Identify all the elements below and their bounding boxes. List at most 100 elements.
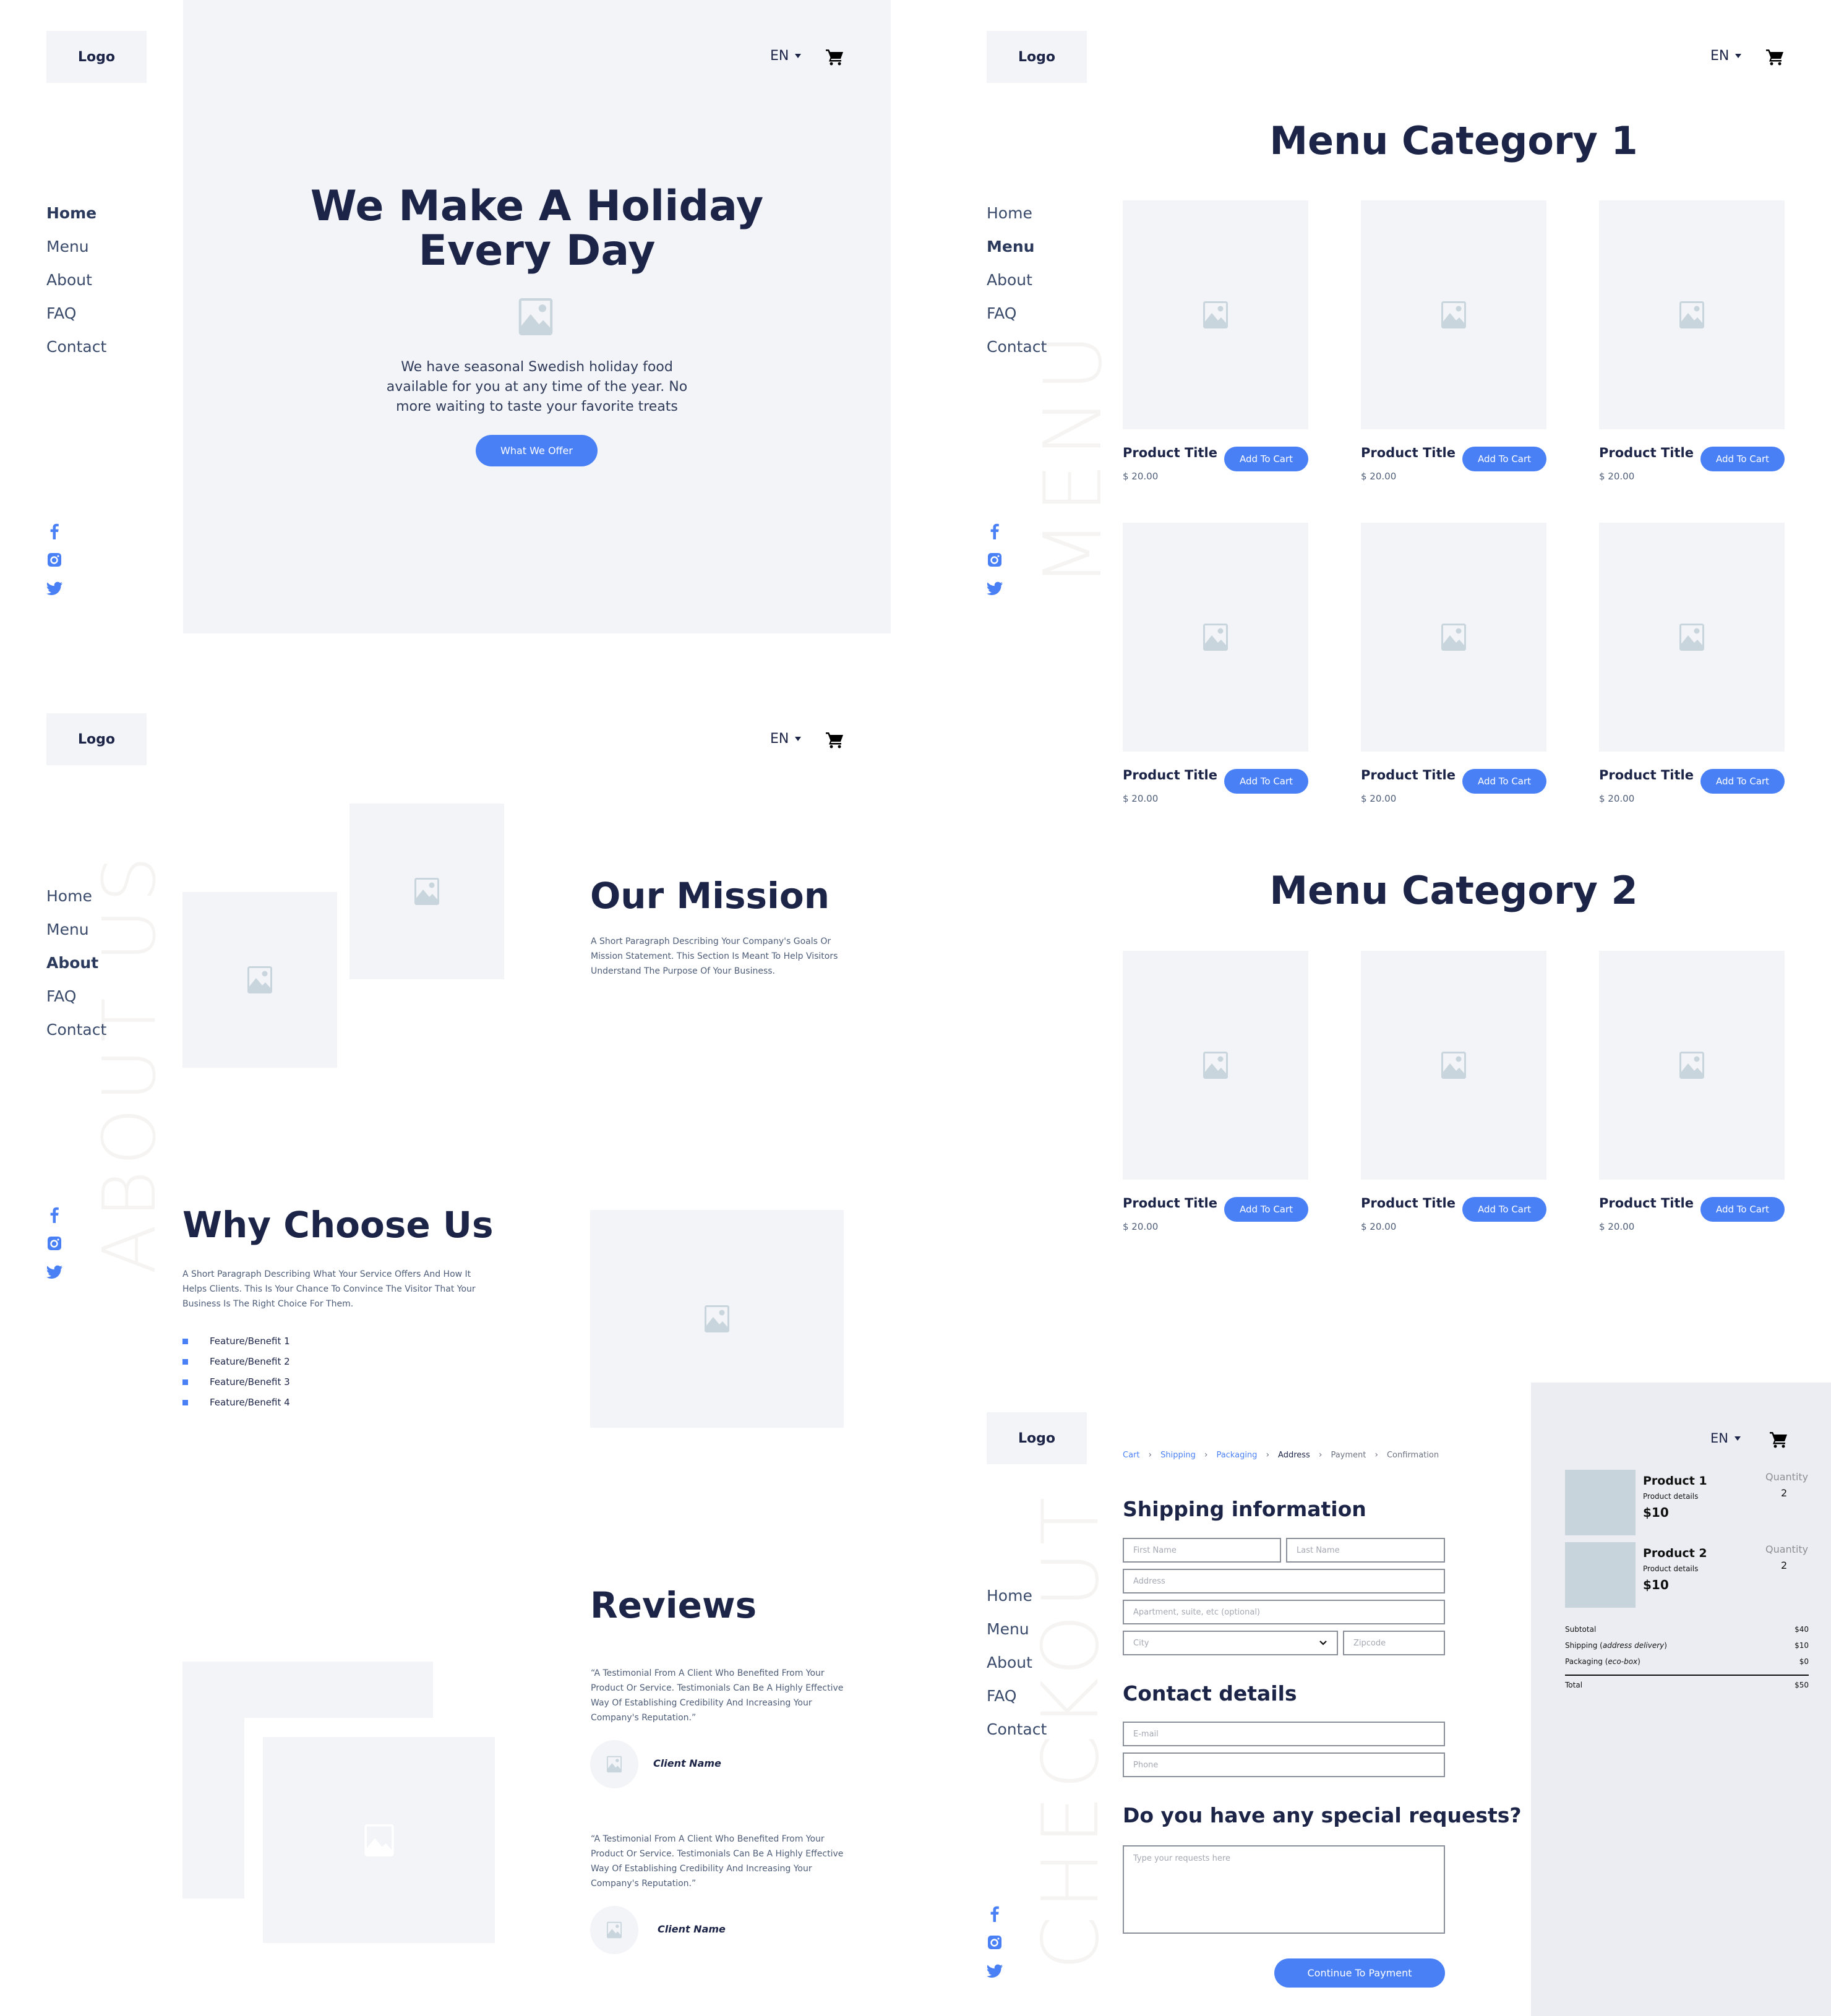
nav-item-about[interactable]: About (46, 271, 106, 304)
add-to-cart-button[interactable]: Add To Cart (1462, 769, 1546, 794)
quantity-value[interactable]: 2 (1781, 1559, 1787, 1571)
nav-item-contact[interactable]: Contact (987, 338, 1047, 371)
nav-item-faq[interactable]: FAQ (46, 304, 106, 338)
what-we-offer-button[interactable]: What We Offer (476, 435, 598, 466)
product-image[interactable] (1599, 523, 1785, 752)
product-thumbnail (1565, 1470, 1636, 1535)
instagram-icon[interactable] (986, 551, 1003, 568)
product-title[interactable]: Product Title (1361, 1196, 1456, 1211)
product-title[interactable]: Product Title (1361, 445, 1456, 460)
product-title[interactable]: Product Title (1123, 768, 1217, 783)
subtotal-row: Subtotal $40 (1565, 1625, 1809, 1634)
feature-item: Feature/Benefit 2 (182, 1356, 290, 1367)
twitter-icon[interactable] (986, 1962, 1003, 1980)
product-image[interactable] (1123, 523, 1308, 752)
nav-item-menu[interactable]: Menu (46, 920, 106, 954)
nav-item-about[interactable]: About (46, 954, 106, 987)
phone-input[interactable] (1123, 1752, 1445, 1777)
twitter-icon[interactable] (986, 580, 1003, 597)
product-title[interactable]: Product Title (1361, 768, 1456, 783)
add-to-cart-button[interactable]: Add To Cart (1462, 1197, 1546, 1222)
facebook-icon[interactable] (986, 1905, 1003, 1923)
facebook-icon[interactable] (46, 1206, 63, 1224)
language-selector[interactable]: EN (770, 731, 802, 747)
nav-item-faq[interactable]: FAQ (46, 987, 106, 1021)
breadcrumb-packaging[interactable]: Packaging (1216, 1451, 1257, 1460)
logo-text: Logo (1018, 49, 1055, 65)
twitter-icon[interactable] (46, 580, 63, 597)
add-to-cart-button[interactable]: Add To Cart (1700, 769, 1785, 794)
sidebar-nav: Home Menu About FAQ Contact (46, 204, 106, 371)
nav-item-contact[interactable]: Contact (46, 1021, 106, 1054)
product-image[interactable] (1599, 951, 1785, 1180)
add-to-cart-button[interactable]: Add To Cart (1224, 447, 1308, 471)
hero-title-line1: We Make A Holiday (310, 182, 764, 231)
nav-item-home[interactable]: Home (46, 204, 106, 238)
product-title[interactable]: Product Title (1599, 768, 1694, 783)
first-name-input[interactable] (1123, 1538, 1281, 1563)
language-selector[interactable]: EN (770, 48, 802, 64)
nav-item-faq[interactable]: FAQ (987, 1687, 1047, 1720)
email-input[interactable] (1123, 1722, 1445, 1746)
product-image[interactable] (1123, 200, 1308, 429)
logo[interactable]: Logo (987, 1412, 1087, 1464)
logo[interactable]: Logo (46, 713, 147, 765)
facebook-icon[interactable] (986, 523, 1003, 540)
product-title[interactable]: Product Title (1123, 1196, 1217, 1211)
quantity-value[interactable]: 2 (1781, 1487, 1787, 1499)
zipcode-input[interactable] (1343, 1631, 1445, 1655)
add-to-cart-button[interactable]: Add To Cart (1224, 769, 1308, 794)
facebook-icon[interactable] (46, 523, 63, 540)
total-row: Total $50 (1565, 1681, 1809, 1689)
address-input[interactable] (1123, 1569, 1445, 1593)
continue-to-payment-button[interactable]: Continue To Payment (1274, 1958, 1445, 1988)
client-avatar (590, 1740, 638, 1788)
product-title[interactable]: Product Title (1599, 445, 1694, 460)
instagram-icon[interactable] (46, 1235, 63, 1252)
nav-item-home[interactable]: Home (987, 204, 1047, 238)
nav-item-about[interactable]: About (987, 271, 1047, 304)
nav-item-contact[interactable]: Contact (987, 1720, 1047, 1754)
nav-item-menu[interactable]: Menu (987, 1620, 1047, 1654)
feature-label: Feature/Benefit 2 (210, 1356, 290, 1367)
hero-description: We have seasonal Swedish holiday food av… (386, 359, 688, 414)
product-image[interactable] (1361, 523, 1546, 752)
product-image[interactable] (1599, 200, 1785, 429)
nav-item-menu[interactable]: Menu (987, 238, 1047, 271)
apartment-input[interactable] (1123, 1600, 1445, 1624)
cart-icon[interactable] (1765, 48, 1784, 66)
product-title[interactable]: Product Title (1599, 1196, 1694, 1211)
add-to-cart-button[interactable]: Add To Cart (1700, 1197, 1785, 1222)
add-to-cart-button[interactable]: Add To Cart (1224, 1197, 1308, 1222)
add-to-cart-button[interactable]: Add To Cart (1700, 447, 1785, 471)
nav-item-about[interactable]: About (987, 1654, 1047, 1687)
city-select[interactable]: City (1123, 1631, 1338, 1655)
instagram-icon[interactable] (46, 551, 63, 568)
nav-item-home[interactable]: Home (46, 887, 106, 920)
instagram-icon[interactable] (986, 1934, 1003, 1951)
requests-textarea[interactable] (1123, 1845, 1445, 1934)
subtotal-value: $40 (1795, 1625, 1809, 1634)
nav-item-menu[interactable]: Menu (46, 238, 106, 271)
logo[interactable]: Logo (46, 31, 147, 83)
cart-icon[interactable] (825, 731, 844, 748)
breadcrumb-cart[interactable]: Cart (1123, 1451, 1140, 1460)
language-selector[interactable]: EN (1710, 48, 1742, 64)
feature-item: Feature/Benefit 3 (182, 1376, 290, 1388)
product-title[interactable]: Product Title (1123, 445, 1217, 460)
product-image[interactable] (1361, 951, 1546, 1180)
nav-item-contact[interactable]: Contact (46, 338, 106, 371)
product-price: $ 20.00 (1599, 471, 1635, 482)
cart-icon[interactable] (825, 48, 844, 66)
nav-item-home[interactable]: Home (987, 1587, 1047, 1620)
nav-item-faq[interactable]: FAQ (987, 304, 1047, 338)
cart-icon[interactable] (1769, 1431, 1788, 1448)
product-image[interactable] (1361, 200, 1546, 429)
product-image[interactable] (1123, 951, 1308, 1180)
last-name-input[interactable] (1286, 1538, 1445, 1563)
add-to-cart-button[interactable]: Add To Cart (1462, 447, 1546, 471)
logo[interactable]: Logo (987, 31, 1087, 83)
language-selector[interactable]: EN (1710, 1431, 1741, 1446)
breadcrumb-shipping[interactable]: Shipping (1160, 1451, 1196, 1460)
twitter-icon[interactable] (46, 1263, 63, 1280)
